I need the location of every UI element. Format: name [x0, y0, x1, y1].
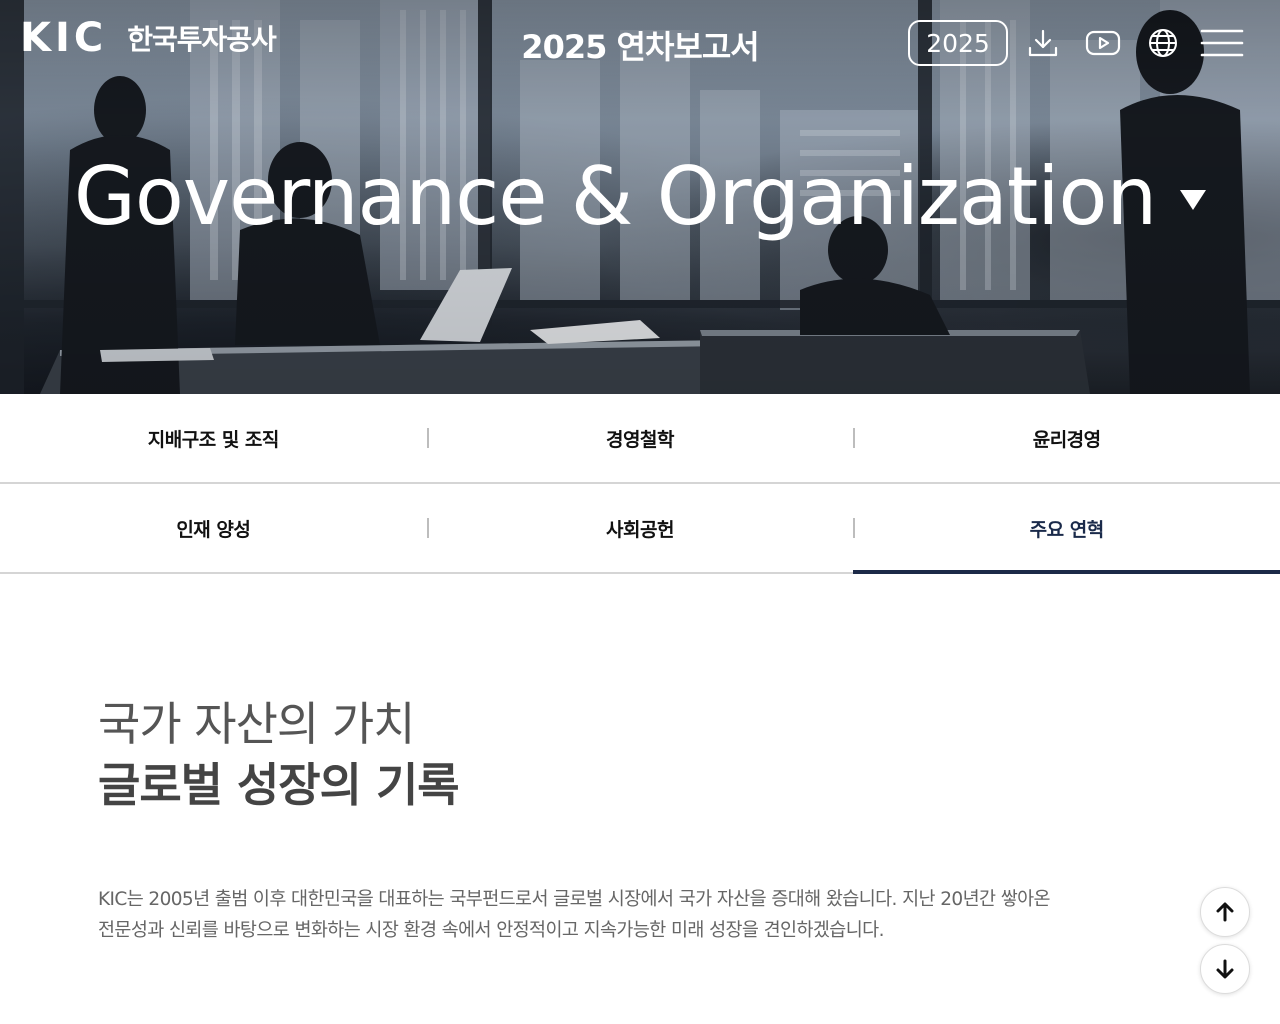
tab-history[interactable]: 주요 연혁 — [853, 484, 1280, 574]
tab-label: 경영철학 — [606, 428, 674, 451]
year-select-button[interactable]: 2025 — [908, 20, 1008, 66]
tab-label: 인재 양성 — [176, 518, 251, 541]
hero-banner: KIC 한국투자공사 2025 연차보고서 2025 Governance & … — [0, 0, 1280, 394]
tab-row-2: 인재 양성 사회공헌 주요 연혁 — [0, 484, 1280, 574]
tab-talent-development[interactable]: 인재 양성 — [0, 484, 427, 572]
tab-ethics-management[interactable]: 윤리경영 — [853, 394, 1280, 482]
section-title-line2: 글로벌 성장의 기록 — [98, 758, 460, 812]
description-line-2: 전문성과 신뢰를 바탕으로 변화하는 시장 환경 속에서 안정적이고 지속가능한… — [98, 920, 884, 941]
section-description: KIC는 2005년 출범 이후 대한민국을 대표하는 국부펀드로서 글로벌 시… — [98, 884, 1178, 946]
kic-logo[interactable]: KIC 한국투자공사 — [20, 15, 277, 61]
hero-section-selector[interactable]: Governance & Organization — [0, 150, 1280, 243]
globe-icon[interactable] — [1145, 26, 1181, 60]
tab-management-philosophy[interactable]: 경영철학 — [426, 394, 854, 482]
section-intro: 국가 자산의 가치 글로벌 성장의 기록 — [98, 694, 460, 816]
scroll-bottom-button[interactable] — [1200, 944, 1250, 994]
tab-divider — [853, 428, 856, 448]
section-title-line1: 국가 자산의 가치 — [98, 697, 415, 751]
logo-mark: KIC — [20, 15, 108, 61]
tab-row-1: 지배구조 및 조직 경영철학 윤리경영 — [0, 394, 1280, 484]
tab-governance-organization[interactable]: 지배구조 및 조직 — [0, 394, 427, 482]
tab-label: 지배구조 및 조직 — [147, 428, 280, 451]
logo-company-name: 한국투자공사 — [127, 23, 277, 56]
menu-icon[interactable] — [1200, 28, 1244, 58]
tab-divider — [426, 428, 429, 448]
sub-navigation-tabs: 지배구조 및 조직 경영철학 윤리경영 인재 양성 사회공헌 주요 연혁 — [0, 394, 1280, 574]
download-icon[interactable] — [1025, 26, 1061, 60]
arrow-down-icon — [1216, 959, 1234, 979]
caret-down-icon[interactable] — [1180, 189, 1207, 210]
description-line-1: KIC는 2005년 출범 이후 대한민국을 대표하는 국부펀드로서 글로벌 시… — [98, 889, 1051, 910]
tab-label: 윤리경영 — [1032, 428, 1101, 451]
tab-social-contribution[interactable]: 사회공헌 — [426, 484, 854, 572]
youtube-icon[interactable] — [1085, 26, 1121, 60]
tab-divider — [426, 518, 429, 538]
scroll-top-button[interactable] — [1200, 887, 1250, 937]
tab-label: 주요 연혁 — [1029, 518, 1105, 541]
tab-label: 사회공헌 — [606, 518, 674, 541]
report-title-text: 2025 연차보고서 — [521, 28, 759, 66]
top-navigation-bar: KIC 한국투자공사 2025 연차보고서 2025 — [0, 0, 1280, 84]
hero-heading: Governance & Organization — [73, 150, 1157, 243]
tab-divider — [853, 518, 856, 538]
arrow-up-icon — [1216, 902, 1234, 922]
